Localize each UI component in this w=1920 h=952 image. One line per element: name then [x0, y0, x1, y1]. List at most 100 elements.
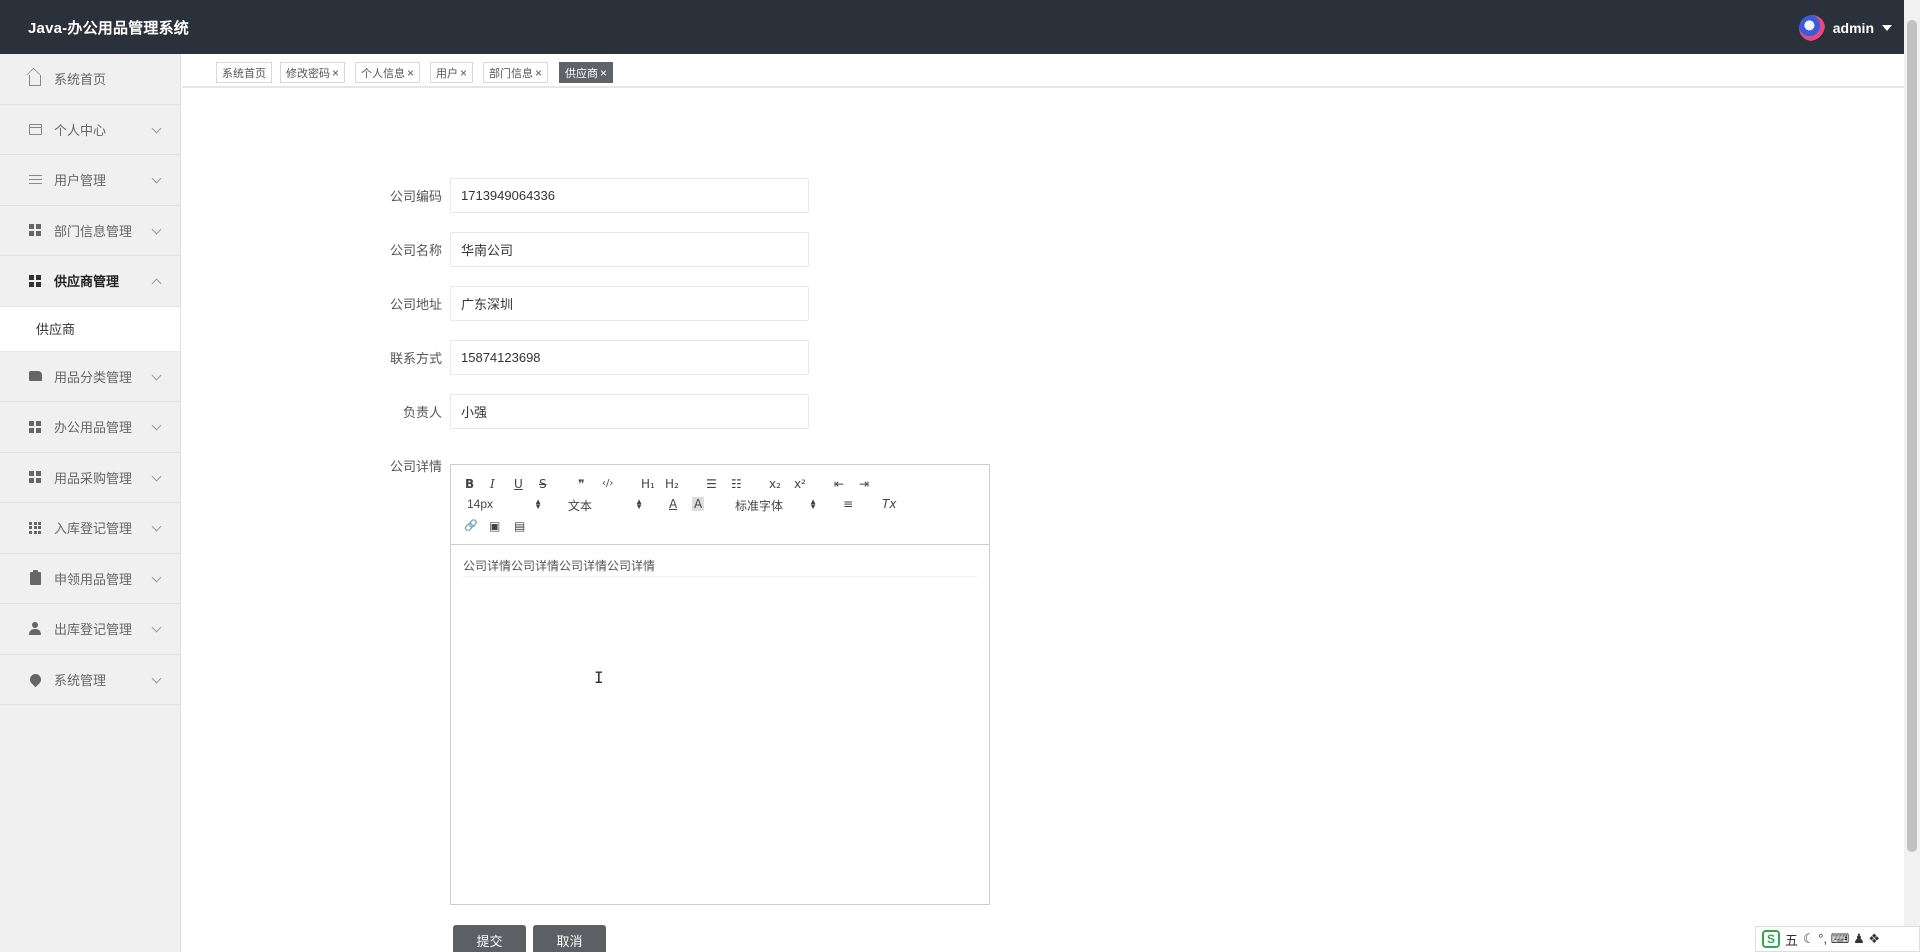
sidebar-item-purchasing[interactable]: 用品采购管理: [0, 453, 180, 503]
tab-label: 用户: [436, 67, 458, 80]
close-icon[interactable]: ×: [535, 66, 542, 80]
manager-label: 负责人: [402, 405, 442, 420]
sidebar-item-requisition[interactable]: 申领用品管理: [0, 554, 180, 604]
h2-button[interactable]: H₂: [665, 477, 679, 491]
superscript-button[interactable]: x²: [794, 477, 806, 491]
select-arrows-icon: ▲ ▼: [534, 497, 542, 511]
sliders-icon: [28, 173, 42, 187]
sogou-logo-icon[interactable]: S: [1762, 930, 1780, 948]
bold-button[interactable]: B: [465, 477, 474, 491]
home-icon: [28, 72, 42, 87]
font-size-select[interactable]: 14px ▲ ▼: [467, 497, 542, 511]
editor-content[interactable]: 公司详情公司详情公司详情公司详情: [451, 545, 989, 589]
grid9-icon: [28, 521, 42, 535]
text-color-button[interactable]: A: [669, 497, 677, 511]
editor-text[interactable]: 公司详情公司详情公司详情公司详情: [463, 557, 977, 577]
bullet-list-button[interactable]: ☷: [731, 477, 742, 491]
sidebar-item-system[interactable]: 系统管理: [0, 655, 180, 705]
tab-change-password[interactable]: 修改密码 ×: [280, 62, 346, 83]
indent-button[interactable]: ⇥: [859, 477, 869, 491]
chevron-down-icon: [151, 622, 162, 633]
sidebar-item-label: 出库登记管理: [54, 622, 133, 638]
select-arrows-icon: ▲ ▼: [809, 497, 817, 511]
sidebar-item-label: 用品采购管理: [54, 470, 133, 486]
h1-button[interactable]: H₁: [641, 477, 655, 491]
close-icon[interactable]: ×: [460, 66, 467, 80]
contact-label: 联系方式: [389, 351, 442, 366]
image-button[interactable]: ▣: [489, 519, 500, 533]
select-arrows-icon: ▲ ▼: [635, 497, 643, 511]
link-button[interactable]: 🔗: [464, 519, 478, 533]
page-scrollbar[interactable]: [1904, 0, 1920, 952]
sidebar-item-categories[interactable]: 用品分类管理: [0, 352, 180, 402]
sidebar-item-home[interactable]: 系统首页: [0, 54, 180, 105]
pin-icon: [27, 671, 43, 688]
tab-departments[interactable]: 部门信息 ×: [483, 62, 549, 83]
sidebar-item-label: 用户管理: [54, 173, 107, 189]
sidebar-item-suppliers[interactable]: 供应商管理: [0, 256, 180, 307]
tab-label: 修改密码: [286, 67, 330, 80]
tab-label: 个人信息: [361, 67, 405, 80]
code-block-button[interactable]: ‹/›: [602, 477, 613, 491]
strike-button[interactable]: S: [539, 477, 547, 491]
sidebar-subitem-supplier[interactable]: 供应商: [0, 306, 180, 352]
sidebar-item-label: 个人中心: [54, 122, 107, 138]
form-row-contact: 联系方式: [382, 340, 809, 375]
blockquote-button[interactable]: ❞: [578, 477, 584, 491]
scrollbar-thumb[interactable]: [1907, 20, 1917, 852]
tab-suppliers[interactable]: 供应商 ×: [559, 62, 614, 83]
hand-icon: [28, 369, 42, 383]
card-icon: [28, 122, 42, 136]
font-family-select[interactable]: 标准字体 ▲ ▼: [735, 497, 817, 514]
sidebar-item-users[interactable]: 用户管理: [0, 155, 180, 206]
company-address-input[interactable]: [450, 286, 809, 321]
ime-mode[interactable]: 五: [1785, 930, 1798, 949]
chevron-down-icon: [151, 673, 162, 683]
close-icon[interactable]: ×: [332, 66, 339, 80]
contact-input[interactable]: [450, 340, 809, 375]
company-name-input[interactable]: [450, 232, 809, 267]
outdent-button[interactable]: ⇤: [834, 477, 844, 491]
avatar[interactable]: [1798, 15, 1825, 41]
close-icon[interactable]: ×: [407, 66, 414, 80]
clean-format-button[interactable]: Tx: [882, 497, 896, 511]
caret-down-icon[interactable]: [1882, 25, 1892, 31]
cancel-button[interactable]: 取消: [533, 925, 606, 952]
manager-input[interactable]: [450, 394, 809, 429]
header-value: 文本: [568, 499, 593, 513]
background-color-button[interactable]: A: [692, 497, 705, 511]
grid-icon: [28, 420, 42, 434]
subscript-button[interactable]: x₂: [769, 477, 781, 491]
underline-button[interactable]: U: [514, 477, 523, 491]
sidebar-item-stock-out[interactable]: 出库登记管理: [0, 604, 180, 655]
submit-button[interactable]: 提交: [453, 925, 526, 952]
username[interactable]: admin: [1833, 20, 1874, 36]
grid-icon: [28, 470, 42, 484]
grid-icon: [28, 274, 42, 288]
sidebar-item-label: 申领用品管理: [54, 571, 133, 587]
tab-personal-info[interactable]: 个人信息 ×: [355, 62, 421, 83]
sidebar-item-stock-in[interactable]: 入库登记管理: [0, 503, 180, 554]
ime-toolbar[interactable]: S 五 ☾ °, ⌨ ♟ ❖: [1755, 926, 1920, 952]
ordered-list-button[interactable]: ☰: [706, 477, 717, 491]
sidebar-item-personal-center[interactable]: 个人中心: [0, 105, 180, 155]
company-name-label: 公司名称: [389, 243, 442, 258]
company-address-label: 公司地址: [389, 297, 442, 312]
sidebar-item-office-supplies[interactable]: 办公用品管理: [0, 402, 180, 453]
sidebar-item-departments[interactable]: 部门信息管理: [0, 206, 180, 256]
editor-toolbar: B I U S ❞ ‹/› H₁ H₂ ☰ ☷ x₂ x² ⇤ ⇥ 14px ▲…: [451, 465, 989, 545]
italic-button[interactable]: I: [490, 477, 495, 491]
tab-users[interactable]: 用户 ×: [430, 62, 474, 83]
company-detail-label: 公司详情: [389, 459, 442, 474]
align-button[interactable]: ≡: [843, 497, 853, 511]
tab-label: 部门信息: [489, 67, 533, 80]
ime-tool-icons[interactable]: ☾ °, ⌨ ♟ ❖: [1803, 931, 1880, 947]
clipboard-icon: [28, 569, 42, 585]
tab-home[interactable]: 系统首页: [216, 62, 272, 83]
video-button[interactable]: ▤: [514, 519, 525, 533]
company-code-input[interactable]: [450, 178, 809, 213]
header-select[interactable]: 文本 ▲ ▼: [568, 497, 643, 514]
close-icon[interactable]: ×: [600, 66, 607, 80]
user-menu[interactable]: admin: [1798, 15, 1892, 41]
sidebar-item-label: 系统首页: [54, 72, 107, 88]
